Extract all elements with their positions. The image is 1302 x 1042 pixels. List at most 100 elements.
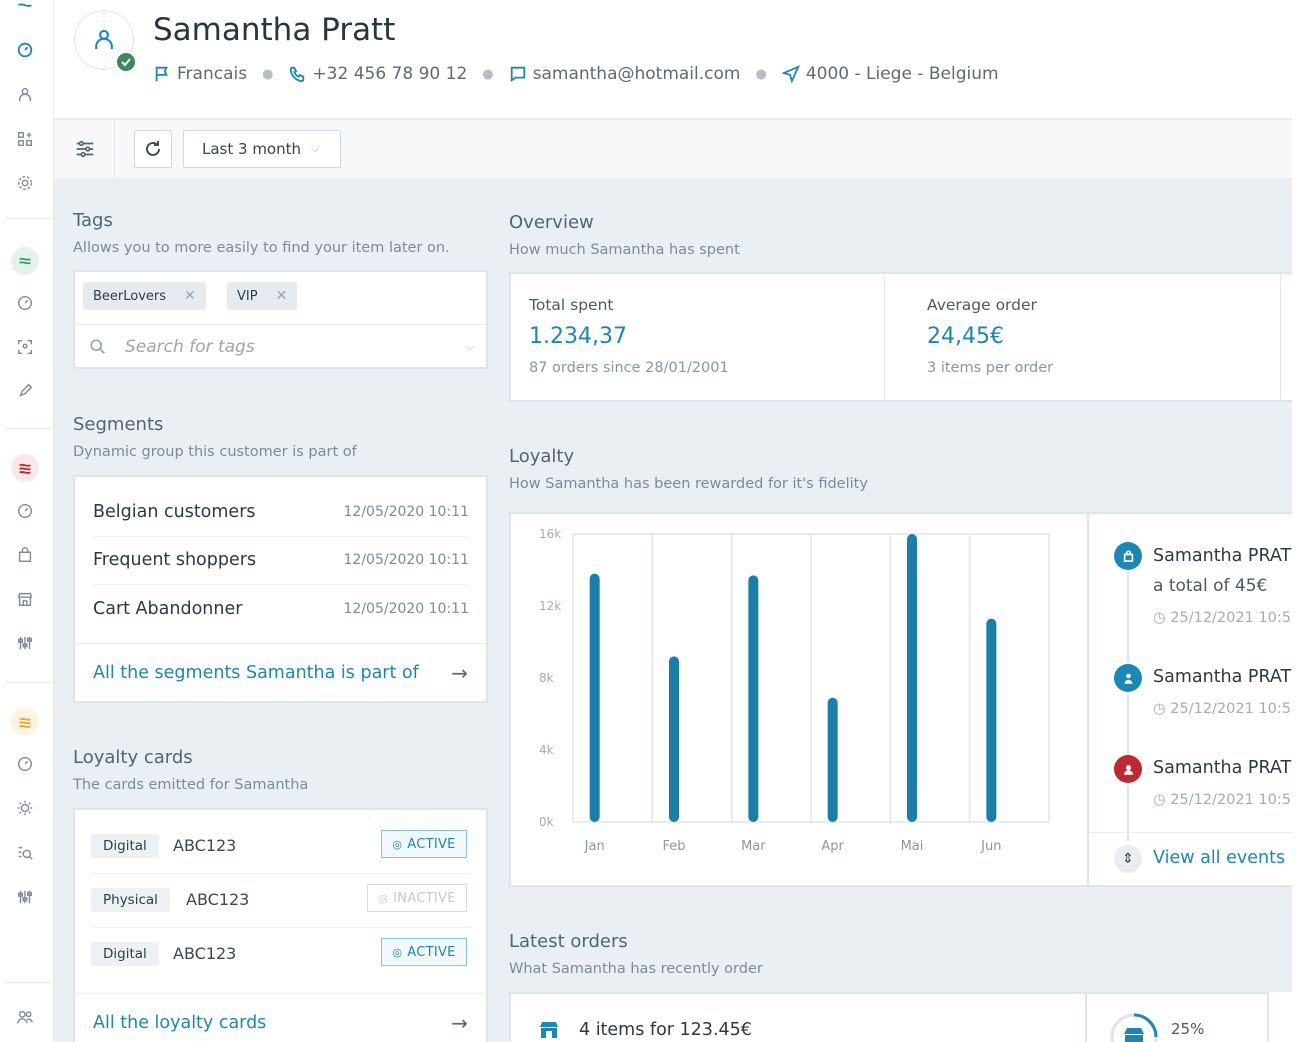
y-tick-label: 12k — [539, 599, 561, 613]
tags-card: BeerLovers ✕ VIP ✕ Search for tags ⌵ — [73, 270, 488, 369]
group-yellow-icon[interactable] — [11, 708, 39, 736]
dashboard-icon[interactable] — [12, 37, 38, 63]
latest-orders-title: Latest orders — [509, 931, 628, 952]
segment-row[interactable]: Belgian customers 12/05/2020 10:11 — [93, 487, 469, 537]
progress-ring-icon — [1110, 1013, 1158, 1042]
user-icon[interactable] — [12, 82, 38, 108]
email-info[interactable]: samantha@hotmail.com — [509, 64, 740, 84]
card-type-badge: Physical — [91, 888, 170, 912]
latest-order-card[interactable]: 4 items for 123.45€ — [509, 992, 1087, 1042]
chat-icon — [510, 66, 525, 83]
language-info: Francais — [153, 64, 247, 84]
all-loyalty-cards-link[interactable]: All the loyalty cards → — [75, 993, 486, 1042]
shopping-bag-icon[interactable] — [12, 542, 38, 568]
search-list-icon[interactable] — [12, 840, 38, 866]
customer-header: Samantha Pratt Francais ● +32 456 78 90 … — [54, 0, 1292, 118]
all-segments-label: All the segments Samantha is part of — [93, 662, 419, 683]
dashboard-icon[interactable] — [12, 290, 38, 316]
group-red-icon[interactable] — [11, 454, 39, 482]
filter-settings-icon[interactable] — [74, 138, 98, 162]
phone-info[interactable]: +32 456 78 90 12 — [288, 64, 467, 84]
event-name[interactable]: Samantha PRAT — [1153, 758, 1291, 778]
tag-chip[interactable]: VIP ✕ — [227, 282, 298, 310]
customer-profile-main: Samantha Pratt Francais ● +32 456 78 90 … — [54, 0, 1292, 1042]
average-order-note: 3 items per order — [927, 360, 1054, 376]
sliders-icon[interactable] — [12, 630, 38, 656]
arrow-right-icon: → — [451, 1010, 468, 1035]
expand-icon[interactable]: ⇕ — [1114, 845, 1142, 873]
overview-title: Overview — [509, 212, 594, 233]
event-time-text: 25/12/2021 10:5 — [1170, 792, 1292, 808]
clock-icon: ◷ — [1153, 610, 1171, 626]
loyalty-card-row[interactable]: Physical ABC123 ◎ INACTIVE — [91, 874, 471, 928]
remove-tag-icon[interactable]: ✕ — [276, 288, 288, 304]
tag-search-input[interactable]: Search for tags ⌵ — [75, 324, 486, 368]
settings-icon[interactable] — [12, 170, 38, 196]
chevron-down-icon[interactable]: ⌵ — [466, 340, 474, 354]
segment-date: 12/05/2020 10:11 — [343, 551, 470, 568]
user-icon — [95, 29, 113, 50]
clock-icon: ◷ — [1153, 701, 1171, 717]
remove-tag-icon[interactable]: ✕ — [184, 288, 196, 304]
x-tick-label: Mai — [901, 839, 924, 854]
x-tick-label: Jan — [584, 839, 605, 854]
x-tick-label: Apr — [821, 839, 844, 854]
segment-name: Belgian customers — [93, 501, 256, 522]
tag-chip[interactable]: BeerLovers ✕ — [83, 282, 206, 310]
card-type-badge: Digital — [91, 834, 159, 858]
timeline-line — [1127, 694, 1129, 764]
status-text: ACTIVE — [407, 836, 456, 852]
segment-name: Frequent shoppers — [93, 549, 257, 570]
order-summary: 4 items for 123.45€ — [579, 1020, 752, 1040]
chart-bar — [748, 575, 759, 822]
refresh-icon — [146, 141, 160, 156]
chevron-down-icon: ⌵ — [311, 142, 320, 155]
refresh-button[interactable] — [134, 130, 172, 168]
order-card-edge — [1267, 992, 1292, 1042]
average-order-label: Average order — [927, 296, 1037, 314]
date-range-select[interactable]: Last 3 month ⌵ — [183, 130, 341, 168]
segment-date: 12/05/2020 10:11 — [343, 601, 470, 617]
separator-dot: ● — [482, 66, 494, 82]
sliders-icon[interactable] — [12, 884, 38, 910]
scan-icon[interactable] — [12, 334, 38, 360]
user-icon — [1114, 664, 1142, 692]
dashboard-icon[interactable] — [12, 498, 38, 524]
phone-text: +32 456 78 90 12 — [312, 64, 468, 84]
app-top-icon[interactable] — [12, 0, 38, 20]
dashboard-icon[interactable] — [12, 751, 38, 777]
chart-bar — [986, 618, 997, 822]
event-name[interactable]: Samantha PRAT — [1153, 546, 1291, 566]
event-detail: a total of 45€ — [1153, 576, 1268, 596]
overview-subtitle: How much Samantha has spent — [509, 242, 740, 258]
apps-grid-icon[interactable] — [12, 126, 38, 152]
bulb-icon[interactable] — [12, 795, 38, 821]
event-time-text: 25/12/2021 10:5 — [1170, 610, 1292, 626]
group-green-icon[interactable] — [11, 247, 39, 275]
total-spent-note: 87 orders since 28/01/2001 — [529, 360, 729, 376]
segment-name: Cart Abandonner — [93, 599, 243, 619]
navigation-icon — [781, 65, 800, 83]
eye-icon: ◎ — [392, 945, 403, 959]
loyalty-card-row[interactable]: Digital ABC123 ◎ ACTIVE — [91, 928, 471, 982]
loyalty-title: Loyalty — [509, 446, 575, 467]
segment-row[interactable]: Frequent shoppers 12/05/2020 10:11 — [93, 535, 469, 585]
event-time: ◷ 25/12/2021 10:5 — [1153, 792, 1291, 808]
store-icon — [540, 1022, 558, 1038]
segment-row[interactable]: Cart Abandonner 12/05/2020 10:11 — [93, 584, 469, 634]
flag-icon — [155, 66, 168, 82]
latest-orders-subtitle: What Samantha has recently order — [509, 961, 763, 977]
rocket-icon[interactable] — [12, 378, 38, 404]
y-tick-label: 8k — [539, 671, 554, 685]
card-code: ABC123 — [186, 890, 250, 909]
clock-icon: ◷ — [1153, 792, 1171, 808]
loyalty-card-row[interactable]: Digital ABC123 ◎ ACTIVE — [91, 820, 471, 874]
event-name[interactable]: Samantha PRAT — [1153, 667, 1291, 687]
store-icon[interactable] — [12, 586, 38, 612]
all-segments-link[interactable]: All the segments Samantha is part of → — [75, 643, 486, 701]
view-all-events-link[interactable]: View all events — [1153, 848, 1285, 868]
all-loyalty-cards-label: All the loyalty cards — [93, 1012, 267, 1033]
team-icon[interactable] — [12, 1004, 38, 1030]
event-time: ◷ 25/12/2021 10:5 — [1153, 610, 1291, 626]
x-tick-label: Jun — [980, 839, 1001, 854]
